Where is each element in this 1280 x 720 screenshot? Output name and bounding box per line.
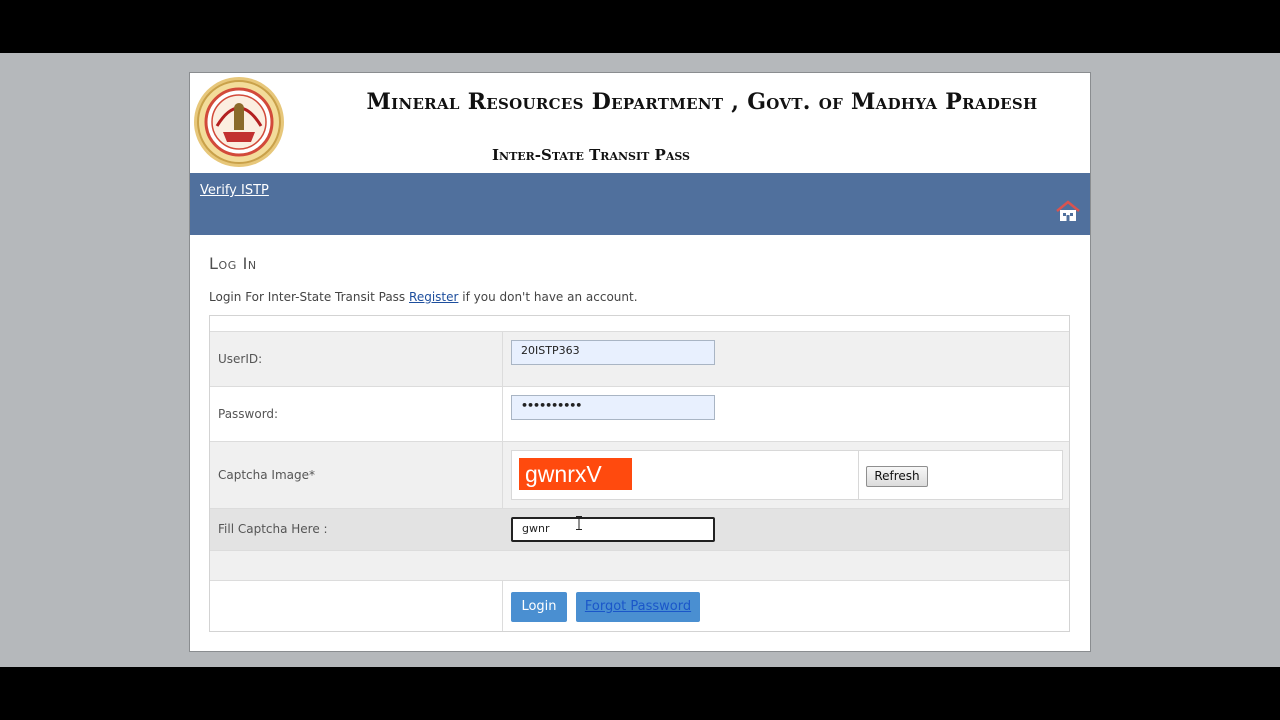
text-cursor-icon — [576, 516, 582, 530]
browser-viewport: Mineral Resources Department , Govt. of … — [0, 53, 1280, 667]
userid-label: UserID: — [218, 352, 263, 366]
password-input[interactable]: •••••••••• — [511, 395, 715, 420]
captcha-divider — [858, 451, 859, 499]
forgot-password-link[interactable]: Forgot Password — [576, 592, 700, 622]
login-heading: Log In — [209, 254, 257, 273]
refresh-captcha-button[interactable]: Refresh — [866, 466, 928, 487]
video-letterbox-top — [0, 0, 1280, 53]
video-letterbox-bottom — [0, 667, 1280, 720]
navbar: Verify ISTP — [190, 173, 1090, 235]
captcha-row: Captcha Image* gwnrxV Refresh — [210, 442, 1069, 509]
form-empty-row — [210, 551, 1069, 581]
login-intro: Login For Inter-State Transit Pass Regis… — [209, 290, 638, 304]
fill-captcha-label: Fill Captcha Here : — [218, 522, 328, 536]
department-title: Mineral Resources Department , Govt. of … — [366, 89, 1038, 115]
column-divider — [502, 332, 503, 386]
intro-text-before: Login For Inter-State Transit Pass — [209, 290, 406, 304]
captcha-input[interactable]: gwnr — [511, 517, 715, 542]
column-divider — [502, 442, 503, 508]
login-form: UserID: 20ISTP363 Password: •••••••••• C… — [209, 315, 1070, 632]
form-spacer-row — [210, 316, 1069, 332]
register-link[interactable]: Register — [409, 290, 458, 304]
site-header: Mineral Resources Department , Govt. of … — [190, 73, 1090, 173]
column-divider — [502, 581, 503, 631]
userid-row: UserID: 20ISTP363 — [210, 332, 1069, 387]
page-container: Mineral Resources Department , Govt. of … — [189, 72, 1091, 652]
captcha-container: gwnrxV Refresh — [511, 450, 1063, 500]
home-icon[interactable] — [1056, 200, 1080, 222]
login-button[interactable]: Login — [511, 592, 567, 622]
password-label: Password: — [218, 407, 279, 421]
intro-text-after: if you don't have an account. — [462, 290, 638, 304]
page-subtitle: Inter-State Transit Pass — [492, 146, 690, 164]
fill-captcha-row: Fill Captcha Here : gwnr — [210, 509, 1069, 551]
captcha-label: Captcha Image* — [218, 468, 316, 482]
captcha-image: gwnrxV — [519, 458, 632, 490]
userid-input[interactable]: 20ISTP363 — [511, 340, 715, 365]
column-divider — [502, 387, 503, 441]
password-row: Password: •••••••••• — [210, 387, 1069, 442]
verify-istp-link[interactable]: Verify ISTP — [200, 183, 269, 198]
actions-row: Login Forgot Password — [210, 581, 1069, 631]
mp-state-emblem-icon — [194, 77, 284, 167]
